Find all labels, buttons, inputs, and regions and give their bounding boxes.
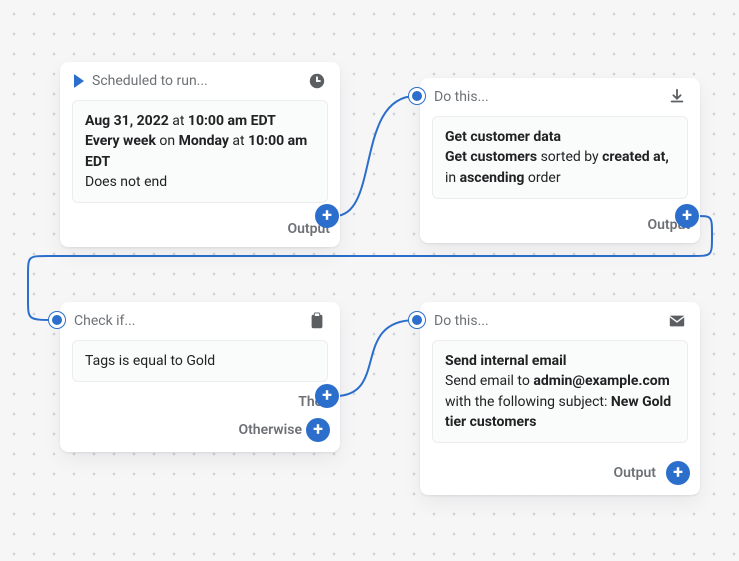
- card-header-title: Do this...: [434, 89, 668, 105]
- add-step-button[interactable]: +: [315, 204, 339, 228]
- add-step-button[interactable]: +: [666, 461, 690, 485]
- condition-card[interactable]: Check if... Tags is equal to Gold Then O…: [60, 302, 340, 452]
- card-header: Do this...: [420, 78, 700, 112]
- output-row: Output: [60, 215, 340, 247]
- action-card[interactable]: Do this... Get customer data Get custome…: [420, 78, 700, 243]
- connector-dot: [49, 312, 65, 328]
- clock-icon: [308, 72, 326, 90]
- output-row: Output: [420, 211, 700, 243]
- connector-dot: [409, 312, 425, 328]
- action-body: Send internal email Send email to admin@…: [432, 340, 688, 443]
- output-row: Output +: [420, 455, 700, 495]
- card-header: Check if...: [60, 302, 340, 336]
- card-header-title: Do this...: [434, 313, 668, 329]
- connector-dot: [409, 88, 425, 104]
- branches: Then Otherwise +: [60, 394, 340, 452]
- action-card[interactable]: Do this... Send internal email Send emai…: [420, 302, 700, 495]
- add-otherwise-button[interactable]: +: [306, 418, 330, 442]
- download-icon: [668, 88, 686, 106]
- output-label: Output: [613, 465, 656, 481]
- card-header: Do this...: [420, 302, 700, 336]
- start-marker-icon: [74, 74, 84, 88]
- add-then-button[interactable]: +: [315, 384, 339, 408]
- condition-body: Tags is equal to Gold: [72, 340, 328, 382]
- action-body: Get customer data Get customers sorted b…: [432, 116, 688, 199]
- card-header-title: Check if...: [74, 313, 308, 329]
- trigger-body: Aug 31, 2022 at 10:00 am EDT Every week …: [72, 100, 328, 203]
- trigger-card[interactable]: Scheduled to run... Aug 31, 2022 at 10:0…: [60, 62, 340, 247]
- mail-icon: [668, 312, 686, 330]
- otherwise-label: Otherwise: [238, 422, 302, 438]
- clipboard-icon: [308, 312, 326, 330]
- add-step-button[interactable]: +: [675, 204, 699, 228]
- card-header-title: Scheduled to run...: [92, 73, 308, 89]
- card-header: Scheduled to run...: [60, 62, 340, 96]
